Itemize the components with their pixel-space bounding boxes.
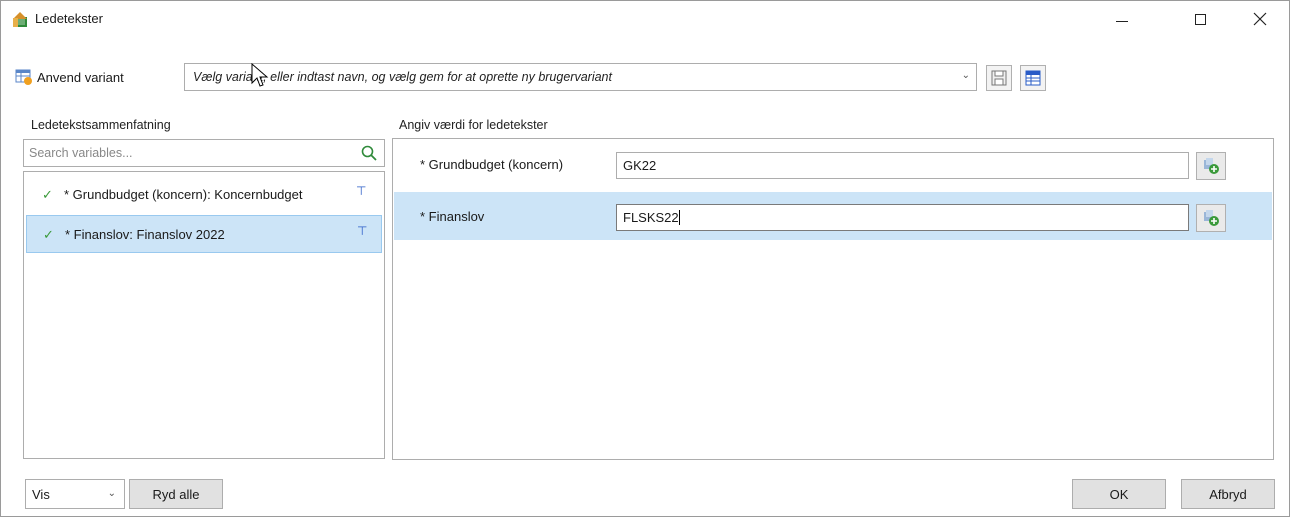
maximize-icon[interactable] [1177, 1, 1223, 37]
chevron-down-icon: ⌄ [107, 488, 116, 499]
prompt-row: * Grundbudget (koncern) GK22 [394, 140, 1272, 188]
manage-variants-button[interactable] [1020, 65, 1046, 91]
search-icon [361, 145, 377, 161]
search-input[interactable]: Search variables... [23, 139, 385, 167]
prompt-value-text: FLSKS22 [623, 210, 679, 225]
chevron-down-icon[interactable]: ⌄ [962, 70, 970, 81]
add-value-icon [1204, 210, 1219, 226]
search-placeholder: Search variables... [29, 146, 133, 160]
summary-heading: Ledetekstsammenfatning [31, 118, 171, 132]
text-caret [678, 210, 680, 225]
view-select-value: Vis [32, 487, 50, 502]
prompt-summary-list: ✓ * Grundbudget (koncern): Koncernbudget… [23, 171, 385, 459]
prompt-value-input[interactable]: GK22 [616, 152, 1189, 179]
view-select[interactable]: Vis ⌄ [25, 479, 125, 509]
variant-combobox[interactable]: Vælg variant, eller indtast navn, og væl… [184, 63, 977, 91]
save-variant-button[interactable] [986, 65, 1012, 91]
table-icon [1025, 70, 1041, 86]
variant-icon [15, 69, 32, 85]
prompt-label: * Grundbudget (koncern) [420, 157, 564, 172]
value-picker-button[interactable] [1196, 152, 1226, 180]
variant-label: Anvend variant [37, 70, 124, 85]
clear-all-button[interactable]: Ryd alle [129, 479, 223, 509]
title-bar: Ledetekster [1, 1, 1289, 37]
minimize-icon[interactable] [1099, 1, 1145, 37]
mouse-cursor-icon [251, 63, 269, 87]
list-item[interactable]: ✓ * Grundbudget (koncern): Koncernbudget… [26, 176, 382, 214]
value-picker-button[interactable] [1196, 204, 1226, 232]
add-value-icon [1204, 158, 1219, 174]
prompts-dialog: Ledetekster Anvend variant Vælg variant,… [0, 0, 1290, 517]
list-item-label: * Grundbudget (koncern): Koncernbudget [64, 187, 303, 202]
prompt-label: * Finanslov [420, 209, 485, 224]
pin-icon[interactable]: ⊤ [357, 224, 367, 238]
window-title: Ledetekster [35, 11, 103, 26]
prompt-values-panel: * Grundbudget (koncern) GK22 * Finanslov… [392, 138, 1274, 460]
floppy-disk-icon [991, 70, 1007, 86]
checkmark-icon: ✓ [43, 227, 54, 242]
ok-button[interactable]: OK [1072, 479, 1166, 509]
list-item[interactable]: ✓ * Finanslov: Finanslov 2022 ⊤ [26, 215, 382, 253]
prompt-value-input[interactable]: FLSKS22 [616, 204, 1189, 231]
pin-icon[interactable]: ⊤ [356, 184, 366, 198]
close-icon[interactable] [1237, 1, 1283, 37]
prompt-app-icon [13, 12, 27, 27]
values-heading: Angiv værdi for ledetekster [399, 118, 548, 132]
cancel-button[interactable]: Afbryd [1181, 479, 1275, 509]
prompt-row: * Finanslov FLSKS22 [394, 192, 1272, 240]
checkmark-icon: ✓ [42, 187, 53, 202]
list-item-label: * Finanslov: Finanslov 2022 [65, 227, 225, 242]
